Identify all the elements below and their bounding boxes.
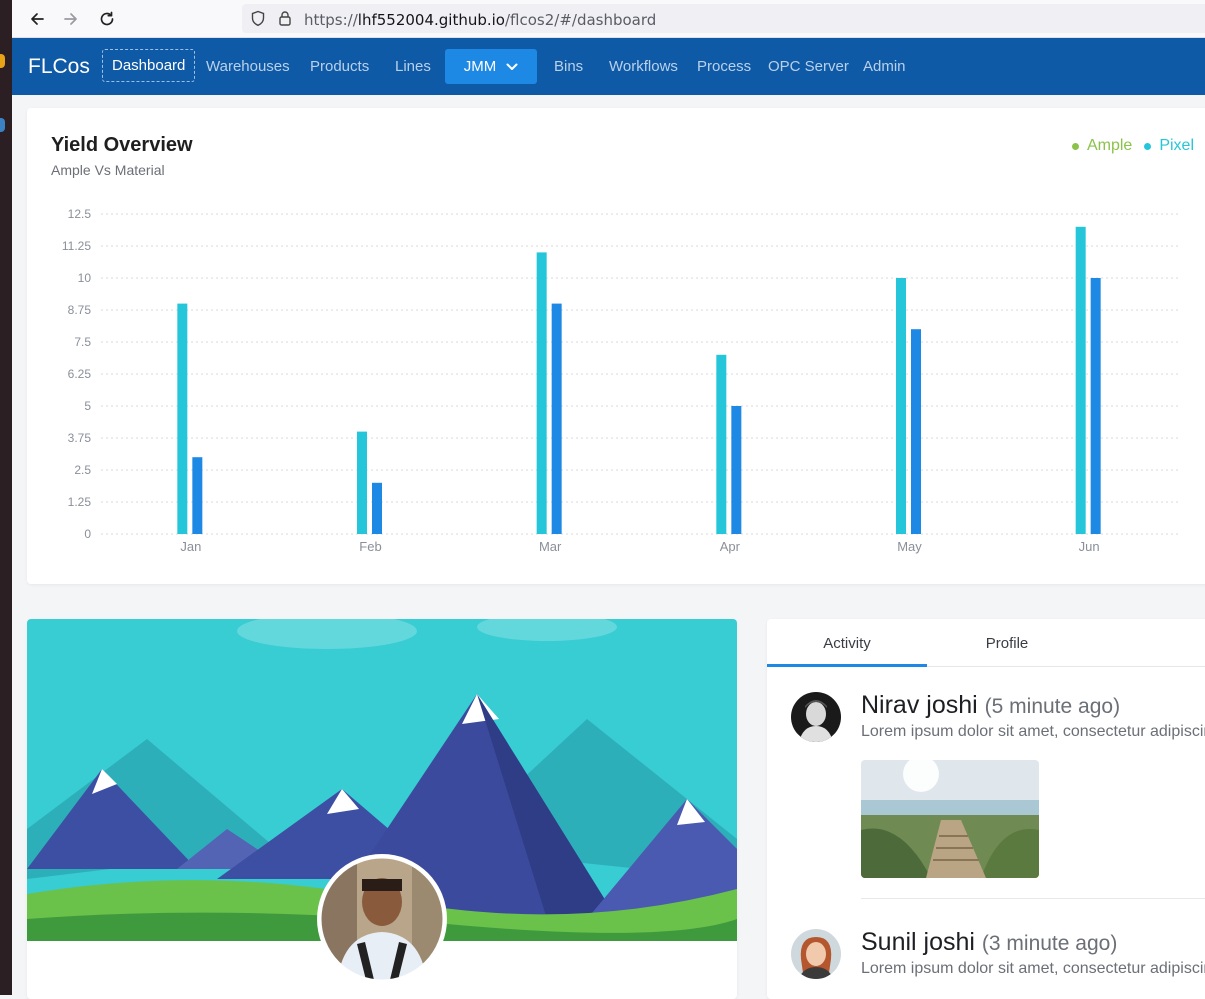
user-name[interactable]: Sunil joshi [861, 928, 975, 956]
y-tick-label: 6.25 [68, 367, 92, 381]
nav-item-opc-server[interactable]: OPC Server [768, 58, 849, 75]
browser-toolbar: https://lhf552004.github.io/flcos2/#/das… [12, 0, 1205, 38]
y-tick-label: 3.75 [68, 431, 92, 445]
tab-profile[interactable]: Profile [927, 635, 1087, 652]
user-avatar[interactable] [791, 929, 841, 979]
bar-pixel[interactable] [192, 457, 203, 534]
brand-logo[interactable]: FLCos [28, 55, 90, 79]
nav-item-lines[interactable]: Lines [395, 58, 431, 75]
activity-text: Lorem ipsum dolor sit amet, consectetur … [861, 960, 1205, 977]
x-tick-label: May [897, 539, 922, 554]
bar-pixel[interactable] [911, 329, 921, 534]
profile-avatar[interactable] [317, 854, 447, 984]
jmm-dropdown-button[interactable]: JMM [445, 49, 537, 84]
activity-photo[interactable] [861, 760, 1039, 878]
nav-item-admin[interactable]: Admin [863, 58, 906, 75]
url-text: https://lhf552004.github.io/flcos2/#/das… [304, 11, 657, 29]
activity-user-name: Sunil joshi (3 minute ago) [861, 928, 1117, 957]
bar-ample[interactable] [177, 303, 188, 534]
bar-pixel[interactable] [551, 303, 562, 534]
activity-user-name: Nirav joshi (5 minute ago) [861, 691, 1120, 720]
nav-item-warehouses[interactable]: Warehouses [206, 58, 290, 75]
y-tick-label: 5 [84, 399, 91, 413]
profile-card [27, 619, 737, 999]
bar-ample[interactable] [536, 252, 547, 534]
nav-item-process[interactable]: Process [697, 58, 751, 75]
y-tick-label: 11.25 [62, 239, 91, 253]
dock-app-icon[interactable] [0, 54, 5, 68]
nav-item-workflows[interactable]: Workflows [609, 58, 678, 75]
os-dock-strip [0, 0, 12, 995]
activity-divider [861, 898, 1205, 899]
dock-app-icon[interactable] [0, 118, 5, 132]
chevron-down-icon [506, 58, 518, 75]
yield-bar-chart: 0 1.25 2.5 3.75 5 6.25 7.5 8.75 10 11.25 12.5 Jan Fe… [62, 207, 1179, 554]
user-avatar[interactable] [791, 692, 841, 742]
tab-active-indicator [767, 664, 927, 667]
nav-item-products[interactable]: Products [310, 58, 369, 75]
y-tick-label: 1.25 [68, 495, 92, 509]
x-tick-label: Apr [720, 539, 741, 554]
nav-item-bins[interactable]: Bins [554, 58, 583, 75]
bar-ample[interactable] [896, 278, 906, 534]
activity-time: (5 minute ago) [984, 695, 1121, 718]
y-tick-label: 7.5 [74, 335, 91, 349]
activity-time: (3 minute ago) [981, 932, 1118, 955]
arrow-right-icon[interactable] [60, 8, 82, 30]
url-bar[interactable]: https://lhf552004.github.io/flcos2/#/das… [242, 4, 1205, 33]
activity-text: Lorem ipsum dolor sit amet, consectetur … [861, 723, 1205, 740]
bar-ample[interactable] [1075, 226, 1086, 535]
reload-icon[interactable] [96, 8, 118, 30]
y-tick-label: 8.75 [68, 303, 92, 317]
activity-card: Activity Profile Nirav joshi (5 minute a… [767, 619, 1205, 999]
y-tick-label: 2.5 [74, 463, 91, 477]
x-tick-label: Mar [539, 539, 562, 554]
x-tick-label: Feb [359, 539, 381, 554]
lock-icon[interactable] [278, 10, 292, 32]
bar-pixel[interactable] [372, 482, 382, 534]
bar-ample[interactable] [716, 354, 727, 534]
top-navbar: FLCos Dashboard Warehouses Products Line… [12, 38, 1205, 95]
y-tick-label: 12.5 [68, 207, 92, 221]
x-tick-label: Jun [1079, 539, 1100, 554]
y-tick-label: 10 [78, 271, 92, 285]
shield-icon[interactable] [250, 10, 266, 32]
x-tick-label: Jan [180, 539, 201, 554]
user-name[interactable]: Nirav joshi [861, 691, 978, 719]
arrow-left-icon[interactable] [26, 8, 48, 30]
bar-ample[interactable] [357, 431, 367, 534]
tab-activity[interactable]: Activity [767, 635, 927, 652]
bar-pixel[interactable] [1090, 278, 1101, 534]
bar-pixel[interactable] [731, 406, 742, 534]
jmm-dropdown-label: JMM [463, 58, 497, 75]
nav-item-dashboard[interactable]: Dashboard [102, 49, 196, 82]
y-tick-label: 0 [84, 527, 91, 541]
yield-overview-card: Yield Overview Ample Vs Material Ample P… [27, 108, 1205, 584]
